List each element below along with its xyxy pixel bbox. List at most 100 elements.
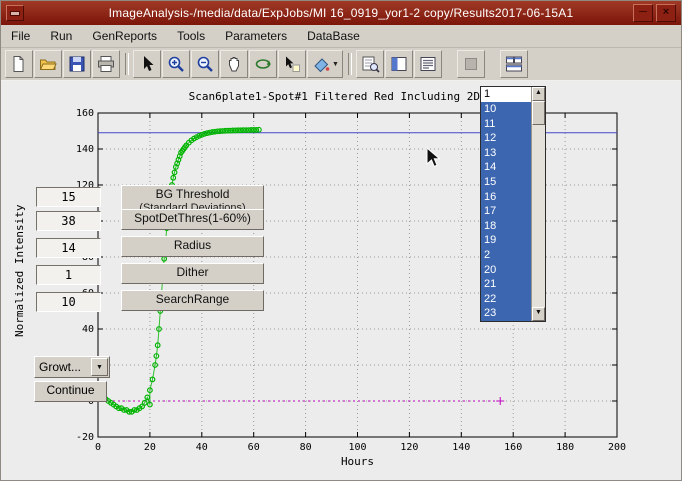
radius-button[interactable]: Radius xyxy=(121,236,264,257)
app-window: ImageAnalysis-/media/data/ExpJobs/MI 16_… xyxy=(0,0,682,481)
menu-file[interactable]: File xyxy=(1,26,40,46)
cursor-tool-icon xyxy=(137,54,157,74)
dropdown-current-value[interactable]: 1 xyxy=(481,87,531,102)
zoom-out-icon xyxy=(195,54,215,74)
svg-text:Scan6plate1-Spot#1 Filtered Re: Scan6plate1-Spot#1 Filtered Red Includin… xyxy=(189,90,527,103)
window-title: ImageAnalysis-/media/data/ExpJobs/MI 16_… xyxy=(1,6,681,20)
pan-icon xyxy=(224,54,244,74)
dropdown-item[interactable]: 22 xyxy=(481,292,531,307)
spotdetthres-input[interactable]: 38 xyxy=(36,211,101,231)
spotdetthres-button[interactable]: SpotDetThres(1-60%) xyxy=(121,209,264,230)
toolbar-separator xyxy=(348,53,352,75)
cursor-tool-button[interactable] xyxy=(133,50,161,78)
dropdown-item[interactable]: 15 xyxy=(481,175,531,190)
svg-text:0: 0 xyxy=(95,442,101,453)
tile-windows-icon xyxy=(504,54,524,74)
dropdown-item[interactable]: 20 xyxy=(481,263,531,278)
close-button[interactable]: × xyxy=(656,4,676,22)
menu-parameters[interactable]: Parameters xyxy=(215,26,297,46)
rotate-3d-icon xyxy=(253,54,273,74)
svg-text:80: 80 xyxy=(300,442,312,453)
scroll-down-icon[interactable]: ▼ xyxy=(532,307,545,321)
svg-text:Hours: Hours xyxy=(341,455,374,468)
plot-canvas: 020406080100120140160180200-200204060801… xyxy=(1,81,681,481)
svg-text:20: 20 xyxy=(144,442,156,453)
dropdown-item[interactable]: 17 xyxy=(481,204,531,219)
scroll-up-icon[interactable]: ▲ xyxy=(532,87,545,101)
pan-button[interactable] xyxy=(220,50,248,78)
new-file-icon xyxy=(9,54,29,74)
toolbar: ▼ xyxy=(1,48,681,81)
dither-button[interactable]: Dither xyxy=(121,263,264,284)
menu-database[interactable]: DataBase xyxy=(297,26,370,46)
zoom-in-icon xyxy=(166,54,186,74)
popup-scrollbar[interactable]: ▲ ▼ xyxy=(531,87,545,321)
svg-text:180: 180 xyxy=(556,442,574,453)
stop-disabled-button[interactable] xyxy=(457,50,485,78)
window-menu-icon[interactable] xyxy=(6,5,24,21)
minimize-button[interactable]: ─ xyxy=(633,4,653,22)
dropdown-item[interactable]: 14 xyxy=(481,160,531,175)
rotate-3d-button[interactable] xyxy=(249,50,277,78)
svg-text:100: 100 xyxy=(348,442,366,453)
dropdown-item[interactable]: 10 xyxy=(481,102,531,117)
svg-text:200: 200 xyxy=(608,442,626,453)
new-file-button[interactable] xyxy=(5,50,33,78)
svg-text:120: 120 xyxy=(400,442,418,453)
continue-button[interactable]: Continue xyxy=(34,381,107,402)
zoom-in-button[interactable] xyxy=(162,50,190,78)
menu-run[interactable]: Run xyxy=(40,26,82,46)
tile-windows-button[interactable] xyxy=(500,50,528,78)
dropdown-item[interactable]: 16 xyxy=(481,190,531,205)
dropdown-item[interactable]: 12 xyxy=(481,131,531,146)
save-button[interactable] xyxy=(63,50,91,78)
searchrange-button[interactable]: SearchRange xyxy=(121,290,264,311)
dropdown-item[interactable]: 23 xyxy=(481,306,531,321)
svg-text:60: 60 xyxy=(248,442,260,453)
fill-color-button[interactable]: ▼ xyxy=(307,50,343,78)
number-dropdown-popup: 1 10111213141516171819220212223 ▲ ▼ xyxy=(480,86,546,322)
toolbar-separator xyxy=(125,53,129,75)
menu-bar: FileRunGenReportsToolsParametersDataBase xyxy=(1,25,681,48)
panel-left-icon xyxy=(389,54,409,74)
svg-text:140: 140 xyxy=(452,442,470,453)
svg-text:-20: -20 xyxy=(76,432,94,443)
dropdown-item[interactable]: 2 xyxy=(481,248,531,263)
print-preview-button[interactable] xyxy=(356,50,384,78)
zoom-out-button[interactable] xyxy=(191,50,219,78)
panel-left-button[interactable] xyxy=(385,50,413,78)
dropdown-item[interactable]: 13 xyxy=(481,146,531,161)
growth-dropdown[interactable]: Growt... ▼ xyxy=(34,356,110,378)
fill-color-icon xyxy=(311,54,331,74)
annotate-icon xyxy=(282,54,302,74)
radius-input[interactable]: 14 xyxy=(36,238,101,258)
svg-text:40: 40 xyxy=(82,324,94,335)
dropdown-item[interactable]: 11 xyxy=(481,117,531,132)
svg-text:Normalized Intensity: Normalized Intensity xyxy=(13,204,26,337)
dropdown-item[interactable]: 21 xyxy=(481,277,531,292)
title-bar[interactable]: ImageAnalysis-/media/data/ExpJobs/MI 16_… xyxy=(1,1,681,25)
annotate-button[interactable] xyxy=(278,50,306,78)
menu-genreports[interactable]: GenReports xyxy=(82,26,167,46)
svg-text:160: 160 xyxy=(76,108,94,119)
print-preview-icon xyxy=(360,54,380,74)
chevron-down-icon[interactable]: ▼ xyxy=(91,358,108,376)
chevron-down-icon: ▼ xyxy=(332,61,339,68)
svg-text:160: 160 xyxy=(504,442,522,453)
open-folder-button[interactable] xyxy=(34,50,62,78)
save-icon xyxy=(67,54,87,74)
panel-report-icon xyxy=(418,54,438,74)
dither-input[interactable]: 1 xyxy=(36,265,101,285)
scrollbar-thumb[interactable] xyxy=(532,101,545,125)
svg-text:140: 140 xyxy=(76,144,94,155)
searchrange-input[interactable]: 10 xyxy=(36,292,101,312)
menu-tools[interactable]: Tools xyxy=(167,26,215,46)
dropdown-item[interactable]: 18 xyxy=(481,219,531,234)
print-button[interactable] xyxy=(92,50,120,78)
open-folder-icon xyxy=(38,54,58,74)
print-icon xyxy=(96,54,116,74)
dropdown-item[interactable]: 19 xyxy=(481,233,531,248)
bg-threshold-input[interactable]: 15 xyxy=(36,187,101,207)
panel-report-button[interactable] xyxy=(414,50,442,78)
svg-text:40: 40 xyxy=(196,442,208,453)
